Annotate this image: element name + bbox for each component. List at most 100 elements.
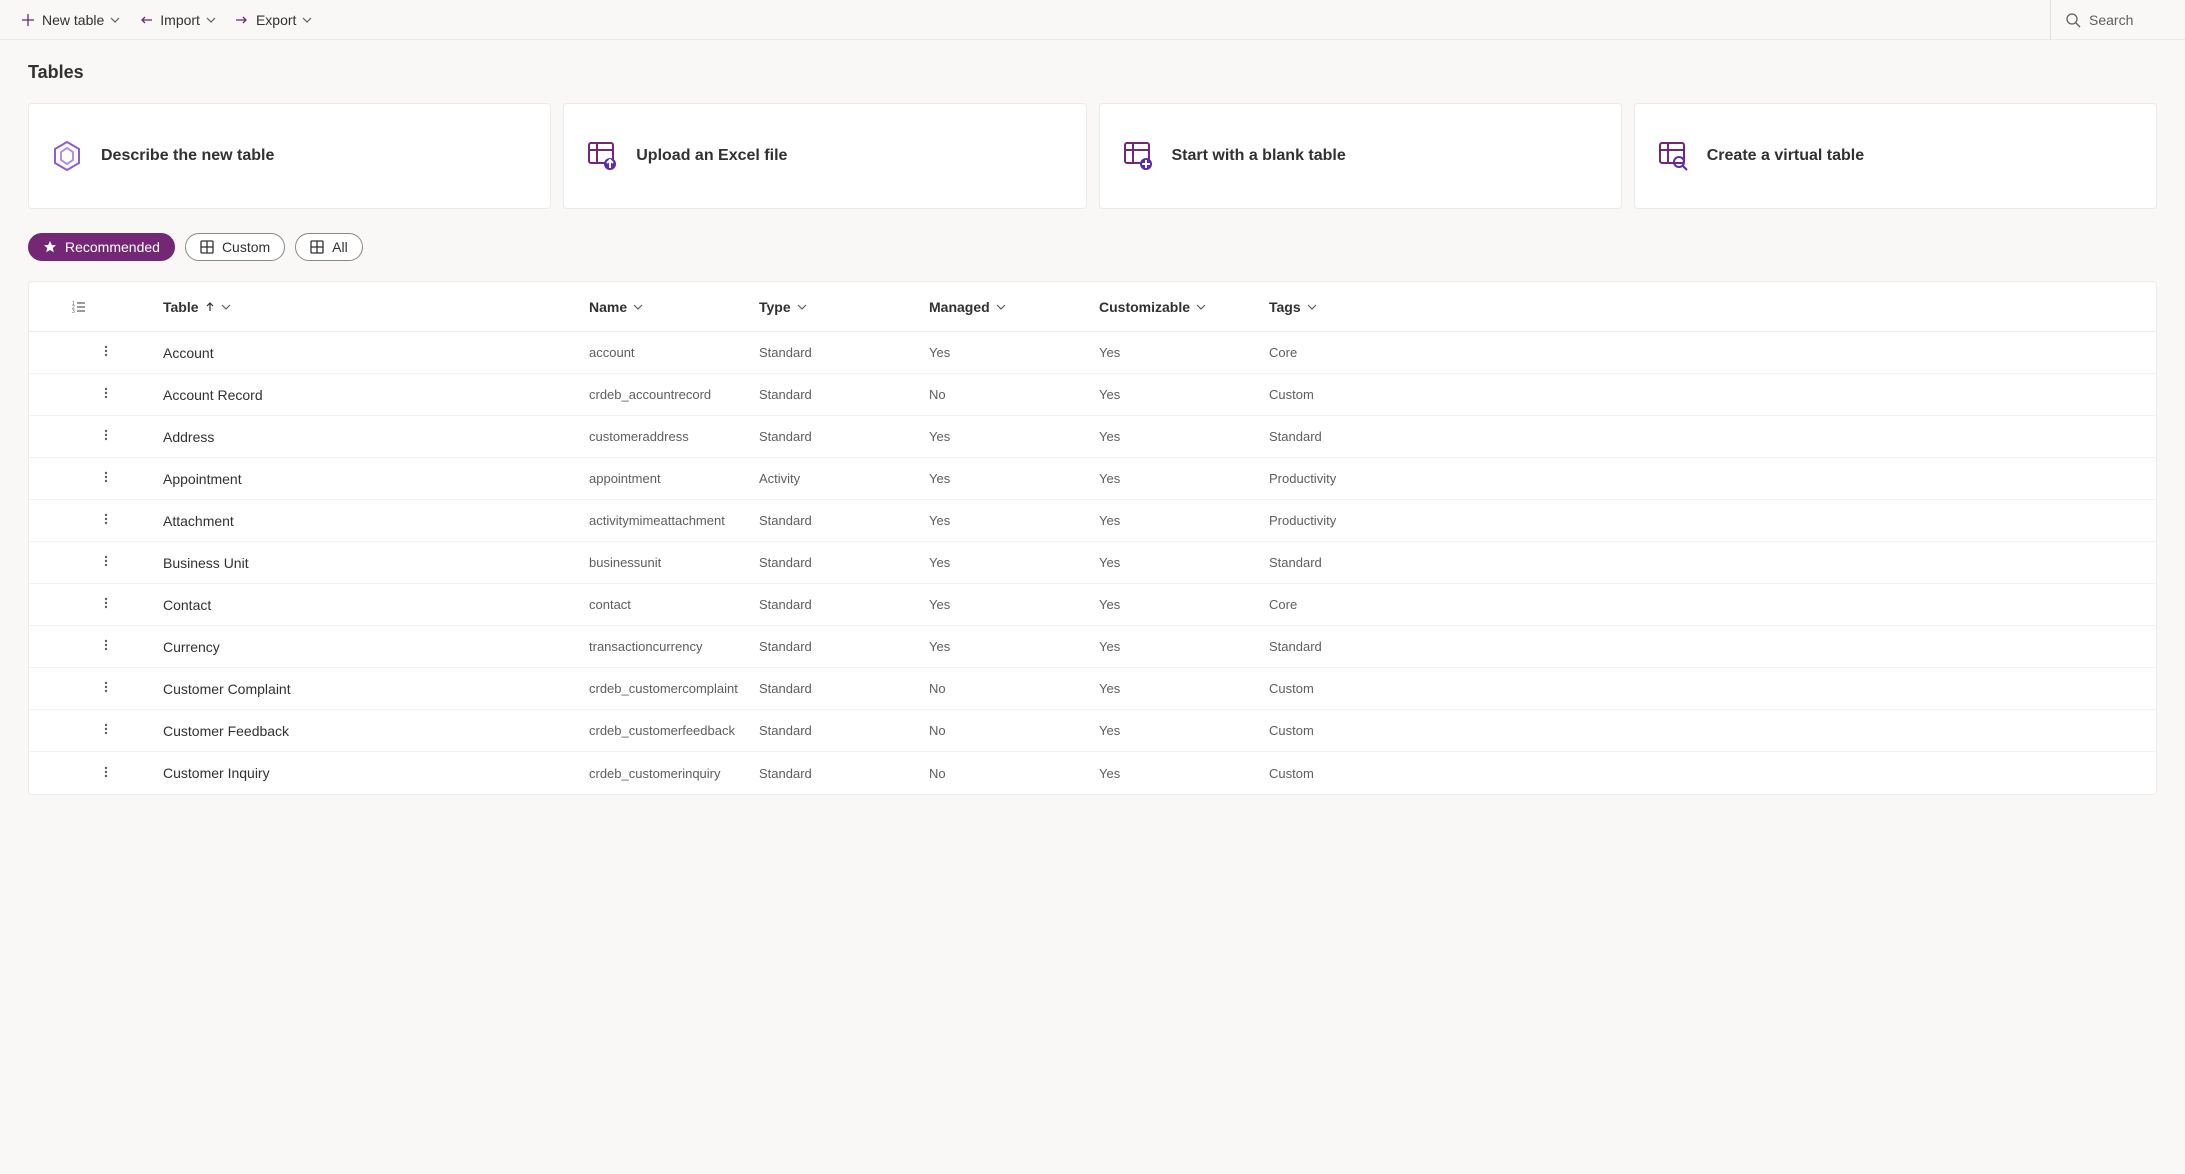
chevron-down-icon <box>633 302 643 312</box>
table-row[interactable]: Customer Feedback crdeb_customerfeedback… <box>29 710 2156 752</box>
row-number-header[interactable]: 123 <box>29 299 129 315</box>
more-actions-button[interactable] <box>95 761 117 786</box>
cell-managed: No <box>929 723 1099 738</box>
command-bar: New table Import Export Search <box>0 0 2185 40</box>
col-name[interactable]: Name <box>589 299 759 315</box>
more-actions-button[interactable] <box>95 718 117 743</box>
more-vertical-icon <box>99 428 113 442</box>
pill-label: Recommended <box>65 239 160 255</box>
filter-pills: Recommended Custom All <box>28 233 2157 261</box>
table-row[interactable]: Address customeraddress Standard Yes Yes… <box>29 416 2156 458</box>
table-row[interactable]: Account Record crdeb_accountrecord Stand… <box>29 374 2156 416</box>
more-actions-button[interactable] <box>95 508 117 533</box>
table-row[interactable]: Attachment activitymimeattachment Standa… <box>29 500 2156 542</box>
cell-name: crdeb_customerinquiry <box>589 766 759 781</box>
row-actions <box>29 550 129 575</box>
sort-asc-icon <box>205 302 215 312</box>
more-actions-button[interactable] <box>95 634 117 659</box>
action-cards: Describe the new table Upload an Excel f… <box>28 103 2157 209</box>
chevron-down-icon <box>1307 302 1317 312</box>
card-upload-excel[interactable]: Upload an Excel file <box>563 103 1086 209</box>
search-icon <box>2065 12 2081 28</box>
cell-table: Account Record <box>129 387 589 403</box>
more-actions-button[interactable] <box>95 382 117 407</box>
chevron-down-icon <box>110 15 120 25</box>
chevron-down-icon <box>221 302 231 312</box>
export-icon <box>234 12 250 28</box>
cell-table: Appointment <box>129 471 589 487</box>
cell-customizable: Yes <box>1099 429 1269 444</box>
cell-customizable: Yes <box>1099 471 1269 486</box>
more-actions-button[interactable] <box>95 592 117 617</box>
cell-name: contact <box>589 597 759 612</box>
more-vertical-icon <box>99 512 113 526</box>
chevron-down-icon <box>1196 302 1206 312</box>
col-managed[interactable]: Managed <box>929 299 1099 315</box>
pill-label: Custom <box>222 239 270 255</box>
table-row[interactable]: Contact contact Standard Yes Yes Core <box>29 584 2156 626</box>
col-table[interactable]: Table <box>129 299 589 315</box>
cell-tags: Custom <box>1269 681 2156 696</box>
cell-tags: Productivity <box>1269 513 2156 528</box>
pill-custom[interactable]: Custom <box>185 233 285 261</box>
row-actions <box>29 634 129 659</box>
cell-tags: Custom <box>1269 766 2156 781</box>
grid-icon <box>310 240 324 254</box>
search-input[interactable]: Search <box>2065 12 2165 28</box>
import-icon <box>138 12 154 28</box>
table-row[interactable]: Customer Inquiry crdeb_customerinquiry S… <box>29 752 2156 794</box>
page-title: Tables <box>28 62 2157 83</box>
row-actions <box>29 508 129 533</box>
page-content: Tables Describe the new table Upload an … <box>0 40 2185 795</box>
col-type[interactable]: Type <box>759 299 929 315</box>
card-virtual-table[interactable]: Create a virtual table <box>1634 103 2157 209</box>
row-actions <box>29 424 129 449</box>
pill-label: All <box>332 239 348 255</box>
svg-text:3: 3 <box>72 309 75 315</box>
cell-managed: Yes <box>929 429 1099 444</box>
col-customizable[interactable]: Customizable <box>1099 299 1269 315</box>
table-row[interactable]: Currency transactioncurrency Standard Ye… <box>29 626 2156 668</box>
star-icon <box>43 240 57 254</box>
more-actions-button[interactable] <box>95 466 117 491</box>
cell-type: Standard <box>759 766 929 781</box>
new-table-button[interactable]: New table <box>20 12 120 28</box>
export-button[interactable]: Export <box>234 12 312 28</box>
cell-table: Customer Inquiry <box>129 765 589 781</box>
pill-all[interactable]: All <box>295 233 363 261</box>
command-bar-right: Search <box>2036 0 2165 40</box>
cell-table: Address <box>129 429 589 445</box>
more-actions-button[interactable] <box>95 676 117 701</box>
cell-customizable: Yes <box>1099 766 1269 781</box>
cell-type: Standard <box>759 513 929 528</box>
table-row[interactable]: Business Unit businessunit Standard Yes … <box>29 542 2156 584</box>
ai-icon <box>49 138 85 174</box>
col-tags[interactable]: Tags <box>1269 299 2156 315</box>
more-vertical-icon <box>99 680 113 694</box>
cell-name: transactioncurrency <box>589 639 759 654</box>
more-actions-button[interactable] <box>95 424 117 449</box>
more-actions-button[interactable] <box>95 340 117 365</box>
pill-recommended[interactable]: Recommended <box>28 233 175 261</box>
table-row[interactable]: Account account Standard Yes Yes Core <box>29 332 2156 374</box>
card-describe-table[interactable]: Describe the new table <box>28 103 551 209</box>
import-button[interactable]: Import <box>138 12 216 28</box>
table-upload-icon <box>584 138 620 174</box>
row-actions <box>29 761 129 786</box>
cell-customizable: Yes <box>1099 723 1269 738</box>
cell-tags: Standard <box>1269 639 2156 654</box>
card-blank-table[interactable]: Start with a blank table <box>1099 103 1622 209</box>
cell-customizable: Yes <box>1099 387 1269 402</box>
table-row[interactable]: Customer Complaint crdeb_customercomplai… <box>29 668 2156 710</box>
more-actions-button[interactable] <box>95 550 117 575</box>
table-row[interactable]: Appointment appointment Activity Yes Yes… <box>29 458 2156 500</box>
cell-type: Standard <box>759 429 929 444</box>
new-table-label: New table <box>42 12 104 28</box>
cell-name: appointment <box>589 471 759 486</box>
cell-managed: No <box>929 387 1099 402</box>
cell-table: Customer Feedback <box>129 723 589 739</box>
more-vertical-icon <box>99 765 113 779</box>
cell-managed: Yes <box>929 345 1099 360</box>
cell-managed: No <box>929 681 1099 696</box>
cell-name: businessunit <box>589 555 759 570</box>
